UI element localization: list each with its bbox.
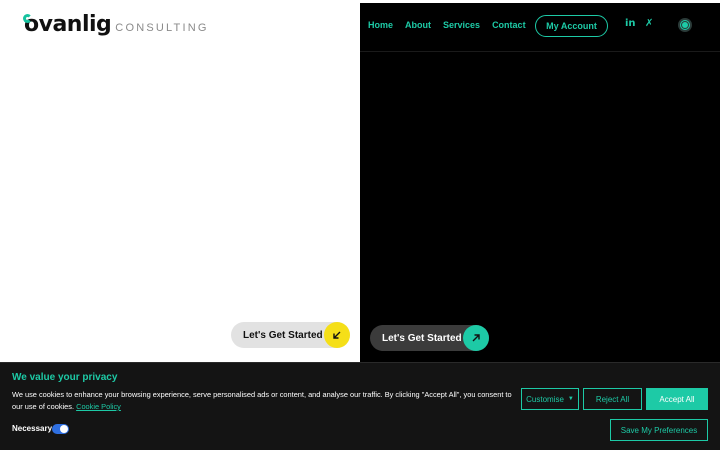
cta-label: Let's Get Started xyxy=(243,329,323,341)
my-account-button[interactable]: My Account xyxy=(535,15,608,37)
customise-button[interactable]: Customise ▼ xyxy=(521,388,579,410)
brand-wordmark: ovanlig xyxy=(23,12,112,37)
nav-home[interactable]: Home xyxy=(368,20,393,30)
brand-name: ovanlig xyxy=(24,12,112,37)
reject-all-button[interactable]: Reject All xyxy=(583,388,642,410)
cookie-title: We value your privacy xyxy=(12,372,118,383)
get-started-button-left[interactable]: Let's Get Started xyxy=(231,322,350,348)
linkedin-icon[interactable]: in xyxy=(625,18,636,29)
get-started-button-right[interactable]: Let's Get Started xyxy=(370,325,489,351)
logo-mark-icon xyxy=(23,14,32,23)
necessary-label: Necessary xyxy=(12,424,53,433)
arrow-down-left-icon xyxy=(324,322,350,348)
toggle-knob xyxy=(60,425,68,433)
cta-label: Let's Get Started xyxy=(382,332,462,344)
top-border xyxy=(360,0,720,3)
main-nav: Home About Services Contact xyxy=(368,15,538,35)
save-preferences-button[interactable]: Save My Preferences xyxy=(610,419,708,441)
brand-logo[interactable]: ovanlig CONSULTING xyxy=(23,12,209,40)
necessary-toggle[interactable] xyxy=(52,424,69,434)
accept-all-button[interactable]: Accept All xyxy=(646,388,708,410)
xing-icon[interactable]: ✗ xyxy=(645,18,653,29)
nav-services[interactable]: Services xyxy=(443,20,480,30)
nav-about[interactable]: About xyxy=(405,20,431,30)
nav-contact[interactable]: Contact xyxy=(492,20,526,30)
cookie-policy-link[interactable]: Cookie Policy xyxy=(76,402,121,411)
arrow-up-right-icon xyxy=(463,325,489,351)
caret-down-icon: ▼ xyxy=(567,396,574,402)
theme-toggle-button[interactable] xyxy=(678,18,692,32)
sun-icon xyxy=(682,22,688,28)
cookie-description: We use cookies to enhance your browsing … xyxy=(12,389,512,413)
brand-subtitle: CONSULTING xyxy=(115,22,209,34)
nav-divider xyxy=(360,51,720,52)
customise-label: Customise xyxy=(526,394,564,404)
